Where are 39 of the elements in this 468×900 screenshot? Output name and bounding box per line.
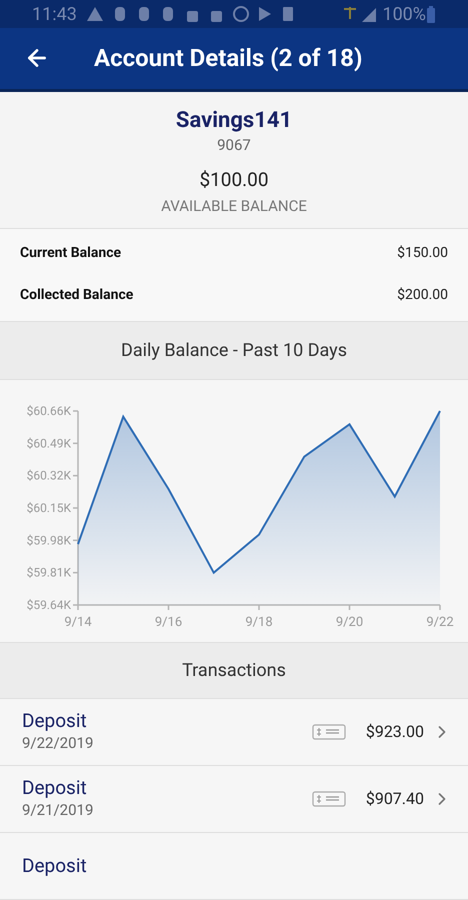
account-number: 9067	[217, 134, 251, 156]
y-tick-label: $60.49K	[26, 436, 71, 450]
signal-icon	[342, 5, 378, 24]
battery-percent: 100%	[382, 2, 426, 27]
account-name: Savings141	[176, 108, 292, 134]
x-tick-label: 9/22	[426, 614, 454, 630]
y-tick-label: $59.64K	[26, 598, 71, 612]
available-label: AVAILABLE BALANCE	[161, 196, 307, 217]
transaction-description: Deposit	[22, 855, 87, 877]
y-tick-label: $59.98K	[26, 533, 71, 548]
transaction-date: 9/21/2019	[22, 800, 94, 821]
x-tick-label: 9/16	[154, 614, 182, 630]
transaction-description: Deposit	[22, 776, 88, 799]
y-tick-label: $60.32K	[26, 468, 71, 482]
x-tick-label: 9/18	[245, 614, 273, 630]
circle-icon	[232, 6, 249, 22]
transactions-title: Transactions	[182, 658, 286, 683]
balance-label: Collected Balance	[20, 286, 134, 306]
play-icon	[258, 7, 271, 22]
y-tick-label: $60.66K	[26, 404, 71, 418]
available-amount: $100.00	[199, 167, 269, 194]
clock: 11:43	[32, 2, 77, 27]
balance-value: $200.00	[397, 286, 448, 306]
transaction-date: 9/22/2019	[22, 732, 94, 754]
check-icon	[312, 791, 346, 807]
check-icon	[312, 724, 346, 740]
y-tick-label: $59.81K	[26, 565, 71, 580]
balance-label: Current Balance	[20, 244, 122, 264]
transaction-amount: $907.40	[366, 788, 424, 810]
x-tick-label: 9/20	[336, 614, 364, 630]
screen-title: Account Details (2 of 18)	[94, 43, 362, 74]
transaction-description: Deposit	[22, 710, 88, 732]
warning-icon	[86, 7, 103, 22]
y-tick-label: $60.15K	[26, 500, 71, 515]
transaction-amount: $923.00	[366, 721, 424, 743]
battery-icon	[426, 5, 436, 24]
balance-value: $150.00	[397, 244, 448, 264]
chart-title: Daily Balance - Past 10 Days	[121, 338, 347, 363]
x-tick-label: 9/14	[64, 614, 92, 630]
